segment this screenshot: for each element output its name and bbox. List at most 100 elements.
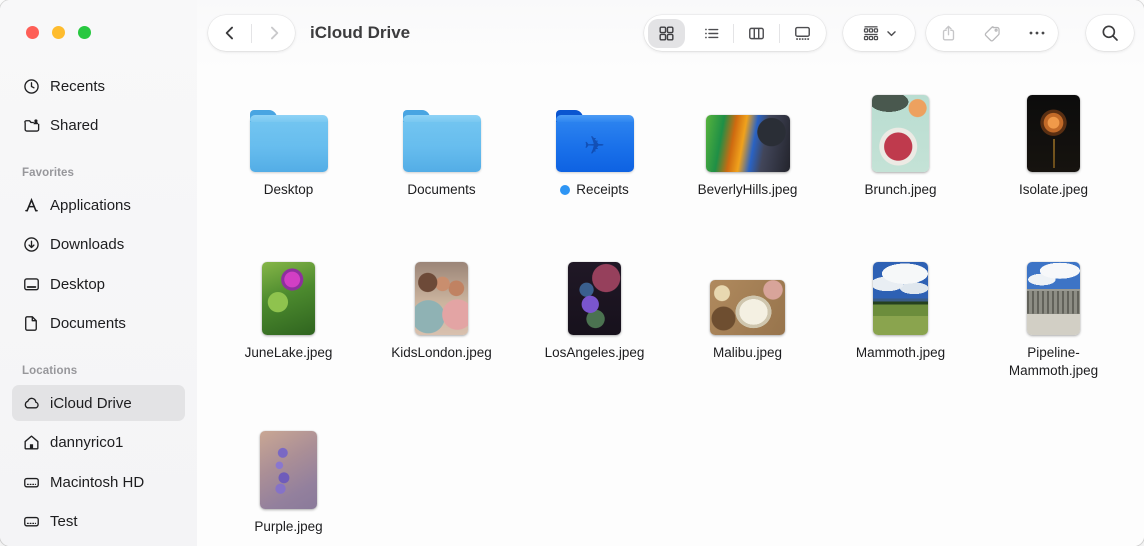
finder-window: Recents Shared Favorites Applications Do… [0, 0, 1144, 546]
file-item-brunch[interactable]: Brunch.jpeg [824, 92, 977, 199]
file-item-receipts[interactable]: ✈ Receipts [518, 92, 671, 199]
sidebar-item-desktop[interactable]: Desktop [12, 266, 185, 302]
image-thumbnail [705, 115, 790, 172]
forward-button[interactable] [252, 15, 295, 51]
shared-folder-icon [22, 116, 41, 135]
list-view-button[interactable] [689, 15, 733, 51]
tag-button[interactable] [971, 15, 1015, 51]
image-thumbnail [872, 95, 929, 172]
file-name: Desktop [263, 182, 314, 197]
file-item-desktop[interactable]: Desktop [212, 92, 365, 199]
group-items-icon [861, 23, 881, 43]
sidebar-item-test[interactable]: Test [12, 503, 185, 539]
close-window-button[interactable] [26, 26, 39, 39]
file-name: Mammoth.jpeg [855, 345, 946, 360]
file-grid-row: Purple.jpeg [212, 427, 1130, 536]
file-name: BeverlyHills.jpeg [697, 182, 798, 197]
image-thumbnail [415, 262, 468, 335]
window-controls [26, 26, 91, 39]
sidebar-item-label: Applications [50, 196, 131, 214]
file-item-malibu[interactable]: Malibu.jpeg [671, 250, 824, 379]
app-store-icon [22, 196, 41, 215]
sidebar-item-label: Test [50, 512, 78, 530]
image-thumbnail [710, 280, 785, 335]
file-name: LosAngeles.jpeg [544, 345, 645, 360]
image-thumbnail [260, 431, 317, 509]
sidebar-section-favorites: Favorites [22, 167, 75, 179]
sidebar-item-label: Recents [50, 77, 106, 95]
folder-icon: ✈ [555, 110, 634, 172]
sidebar-item-label: Desktop [50, 275, 106, 293]
file-item-kidslondon[interactable]: KidsLondon.jpeg [365, 250, 518, 379]
search-control [1086, 15, 1134, 51]
selected-view-highlight [648, 18, 685, 48]
file-item-losangeles[interactable]: LosAngeles.jpeg [518, 250, 671, 379]
more-options-button[interactable] [1015, 15, 1058, 51]
sidebar-item-label: Shared [50, 116, 99, 134]
file-item-mammoth[interactable]: Mammoth.jpeg [824, 250, 977, 379]
image-thumbnail [873, 262, 928, 335]
desktop-icon [22, 275, 41, 294]
group-control [843, 15, 915, 51]
group-items-button[interactable] [843, 15, 915, 51]
file-item-documents[interactable]: Documents [365, 92, 518, 199]
sidebar-item-shared[interactable]: Shared [12, 107, 185, 143]
sidebar-item-recents[interactable]: Recents [12, 68, 185, 104]
sidebar-item-label: iCloud Drive [50, 394, 132, 412]
clock-icon [22, 77, 41, 96]
document-icon [22, 314, 41, 333]
home-icon [22, 433, 41, 452]
airplane-icon: ✈ [584, 132, 605, 160]
share-button[interactable] [926, 15, 971, 51]
sidebar-item-applications[interactable]: Applications [12, 187, 185, 223]
navigation-controls [208, 15, 295, 51]
file-name: JuneLake.jpeg [244, 345, 333, 360]
file-item-beverlyhills[interactable]: BeverlyHills.jpeg [671, 92, 824, 199]
file-name: Malibu.jpeg [712, 345, 783, 360]
download-circle-icon [22, 235, 41, 254]
sidebar-item-label: Macintosh HD [50, 473, 145, 491]
file-name: Documents [407, 182, 476, 197]
sidebar: Recents Shared Favorites Applications Do… [0, 0, 198, 546]
file-item-junelake[interactable]: JuneLake.jpeg [212, 250, 365, 379]
file-name: Pipeline-Mammoth.jpeg [1008, 345, 1099, 378]
file-name: Brunch.jpeg [864, 182, 937, 197]
hard-drive-icon [22, 473, 41, 492]
gallery-view-button[interactable] [780, 15, 825, 51]
file-item-pipeline-mammoth[interactable]: Pipeline-Mammoth.jpeg [977, 250, 1130, 379]
minimize-window-button[interactable] [52, 26, 65, 39]
action-controls [926, 15, 1058, 51]
hard-drive-icon [22, 512, 41, 531]
image-thumbnail [262, 262, 315, 335]
sidebar-item-downloads[interactable]: Downloads [12, 226, 185, 262]
sidebar-item-documents[interactable]: Documents [12, 305, 185, 341]
file-item-purple[interactable]: Purple.jpeg [212, 427, 365, 536]
image-thumbnail [1027, 95, 1080, 172]
sidebar-item-icloud-drive[interactable]: iCloud Drive [12, 385, 185, 421]
image-thumbnail [568, 262, 621, 335]
page-title: iCloud Drive [310, 23, 411, 42]
sidebar-item-dannyrico1[interactable]: dannyrico1 [12, 424, 185, 460]
view-switcher [644, 15, 826, 51]
blue-tag-dot [560, 184, 571, 195]
file-item-isolate[interactable]: Isolate.jpeg [977, 92, 1130, 199]
search-button[interactable] [1086, 15, 1134, 51]
folder-icon [402, 110, 481, 172]
sidebar-item-label: dannyrico1 [50, 433, 124, 451]
file-name: Purple.jpeg [254, 519, 323, 534]
back-button[interactable] [208, 15, 251, 51]
sidebar-item-label: Documents [50, 314, 126, 332]
column-view-button[interactable] [734, 15, 779, 51]
file-name: Isolate.jpeg [1018, 182, 1089, 197]
zoom-window-button[interactable] [78, 26, 91, 39]
file-grid-row: Desktop Documents ✈ Receipts BeverlyHill… [212, 92, 1130, 199]
image-thumbnail [1027, 262, 1080, 335]
sidebar-item-macintosh-hd[interactable]: Macintosh HD [12, 464, 185, 500]
main-area: iCloud Drive Desktop Documents ✈ Receipt… [197, 0, 1144, 546]
cloud-icon [22, 394, 41, 413]
file-grid-row: JuneLake.jpeg KidsLondon.jpeg LosAngeles… [212, 250, 1130, 379]
file-name: KidsLondon.jpeg [391, 345, 492, 360]
chevron-down-icon [885, 27, 898, 40]
folder-icon [249, 110, 328, 172]
icon-view-button[interactable] [644, 15, 689, 51]
